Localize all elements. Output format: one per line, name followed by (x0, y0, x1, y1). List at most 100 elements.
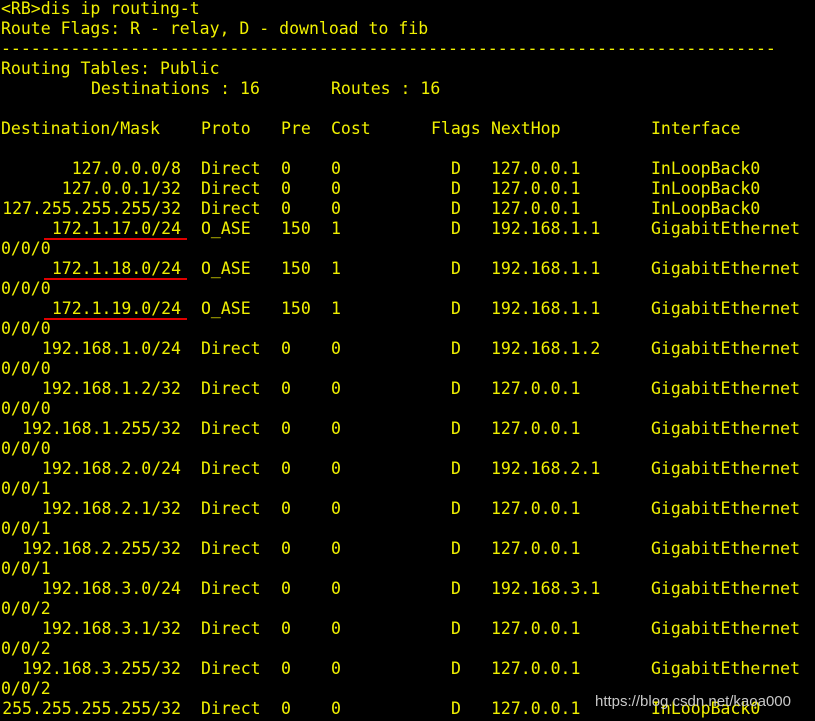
routes-count: Routes : 16 (331, 79, 441, 98)
table-row: 192.168.1.255/32 Direct 0 0 D 127.0.0.1 Gigabi… (1, 419, 815, 439)
route-interface: InLoopBack0 (651, 179, 761, 198)
table-row: 192.168.1.2/32 Direct 0 0 D 127.0.0.1 GigabitE… (1, 379, 815, 399)
route-destination: 172.1.19.0/24 (51, 299, 181, 318)
route-pre: 0 (281, 179, 291, 198)
route-pre: 0 (281, 579, 291, 598)
route-flags: D (451, 499, 461, 518)
route-flags: D (451, 659, 461, 678)
route-nexthop: 127.0.0.1 (491, 699, 581, 718)
route-proto: Direct (201, 539, 261, 558)
route-flags: D (451, 619, 461, 638)
route-pre: 0 (281, 539, 291, 558)
route-nexthop: 192.168.1.1 (491, 259, 601, 278)
table-row: 192.168.3.255/32 Direct 0 0 D 127.0.0.1 Gigabi… (1, 659, 815, 679)
route-interface: GigabitEthernet (651, 499, 801, 518)
route-pre: 150 (281, 259, 311, 278)
route-cost: 0 (331, 499, 341, 518)
route-cost: 0 (331, 419, 341, 438)
route-nexthop: 192.168.3.1 (491, 579, 601, 598)
route-cost: 0 (331, 539, 341, 558)
route-flags: D (451, 379, 461, 398)
route-interface: GigabitEthernet (651, 539, 801, 558)
route-proto: Direct (201, 339, 261, 358)
route-proto: O_ASE (201, 219, 251, 238)
route-cost: 0 (331, 199, 341, 218)
route-flags-legend: Route Flags: R - relay, D - download to … (1, 19, 429, 38)
route-pre: 0 (281, 659, 291, 678)
interface-continuation: 0/0/1 (1, 519, 51, 538)
route-proto: Direct (201, 659, 261, 678)
route-pre: 0 (281, 699, 291, 718)
table-header: Destination/Mask Proto Pre Cost Flags Ne… (1, 119, 815, 139)
table-row: 192.168.2.255/32 Direct 0 0 D 127.0.0.1 Gigabi… (1, 539, 815, 559)
table-row: 172.1.18.0/24 O_ASE 150 1 D 192.168.1.1 Gigabi… (1, 259, 815, 279)
route-proto: Direct (201, 699, 261, 718)
table-row: 127.255.255.255/32 Direct 0 0 D 127.0.0.1 InLo… (1, 199, 815, 219)
route-pre: 0 (281, 619, 291, 638)
route-flags: D (451, 539, 461, 558)
route-proto: Direct (201, 179, 261, 198)
interface-continuation: 0/0/0 (1, 239, 51, 258)
route-destination: 172.1.17.0/24 (51, 219, 181, 238)
route-interface: InLoopBack0 (651, 159, 761, 178)
interface-continuation: 0/0/1 (1, 479, 51, 498)
interface-continuation: 0/0/0 (1, 439, 51, 458)
table-row: 192.168.1.0/24 Direct 0 0 D 192.168.1.2 Gigabi… (1, 339, 815, 359)
route-nexthop: 127.0.0.1 (491, 499, 581, 518)
route-destination: 192.168.1.0/24 (41, 339, 181, 358)
route-proto: O_ASE (201, 299, 251, 318)
route-pre: 0 (281, 459, 291, 478)
route-pre: 0 (281, 339, 291, 358)
route-nexthop: 127.0.0.1 (491, 159, 581, 178)
interface-continuation: 0/0/1 (1, 559, 51, 578)
route-proto: Direct (201, 619, 261, 638)
route-destination: 192.168.3.0/24 (41, 579, 181, 598)
terminal-window[interactable]: <RB>dis ip routing-t Route Flags: R - re… (1, 0, 815, 721)
route-cost: 0 (331, 159, 341, 178)
header-destination: Destination/Mask (1, 119, 160, 138)
route-interface: InLoopBack0 (651, 199, 761, 218)
route-pre: 150 (281, 299, 311, 318)
route-flags: D (451, 579, 461, 598)
route-nexthop: 127.0.0.1 (491, 419, 581, 438)
route-cost: 0 (331, 579, 341, 598)
routing-summary: Destinations : 16 Routes : 16 (1, 79, 815, 99)
route-interface: GigabitEthernet (651, 339, 801, 358)
route-destination: 127.255.255.255/32 (2, 199, 181, 218)
route-pre: 0 (281, 379, 291, 398)
route-interface: GigabitEthernet (651, 419, 801, 438)
route-interface: GigabitEthernet (651, 299, 801, 318)
route-pre: 0 (281, 499, 291, 518)
route-destination: 192.168.2.255/32 (22, 539, 181, 558)
route-nexthop: 192.168.1.1 (491, 219, 601, 238)
route-interface: GigabitEthernet (651, 219, 801, 238)
interface-continuation: 0/0/2 (1, 679, 51, 698)
command-prompt-line: <RB>dis ip routing-t (1, 0, 200, 18)
route-proto: Direct (201, 159, 261, 178)
route-cost: 1 (331, 299, 341, 318)
header-cost: Cost (331, 119, 371, 138)
route-interface: GigabitEthernet (651, 379, 801, 398)
route-pre: 0 (281, 199, 291, 218)
route-destination: 192.168.1.2/32 (41, 379, 181, 398)
route-nexthop: 192.168.2.1 (491, 459, 601, 478)
route-flags: D (451, 179, 461, 198)
route-cost: 0 (331, 459, 341, 478)
route-cost: 0 (331, 699, 341, 718)
route-cost: 0 (331, 379, 341, 398)
table-row: 127.0.0.0/8 Direct 0 0 D 127.0.0.1 InLoopBack0 (1, 159, 815, 179)
route-interface: GigabitEthernet (651, 259, 801, 278)
header-nexthop: NextHop (491, 119, 561, 138)
route-flags: D (451, 419, 461, 438)
route-flags: D (451, 459, 461, 478)
route-interface: GigabitEthernet (651, 579, 801, 598)
header-proto: Proto (201, 119, 251, 138)
route-destination: 192.168.3.1/32 (41, 619, 181, 638)
route-flags: D (451, 299, 461, 318)
route-destination: 172.1.18.0/24 (51, 259, 181, 278)
route-nexthop: 127.0.0.1 (491, 379, 581, 398)
route-cost: 0 (331, 339, 341, 358)
route-cost: 0 (331, 619, 341, 638)
route-proto: Direct (201, 199, 261, 218)
routing-tables-title: Routing Tables: Public (1, 59, 220, 78)
